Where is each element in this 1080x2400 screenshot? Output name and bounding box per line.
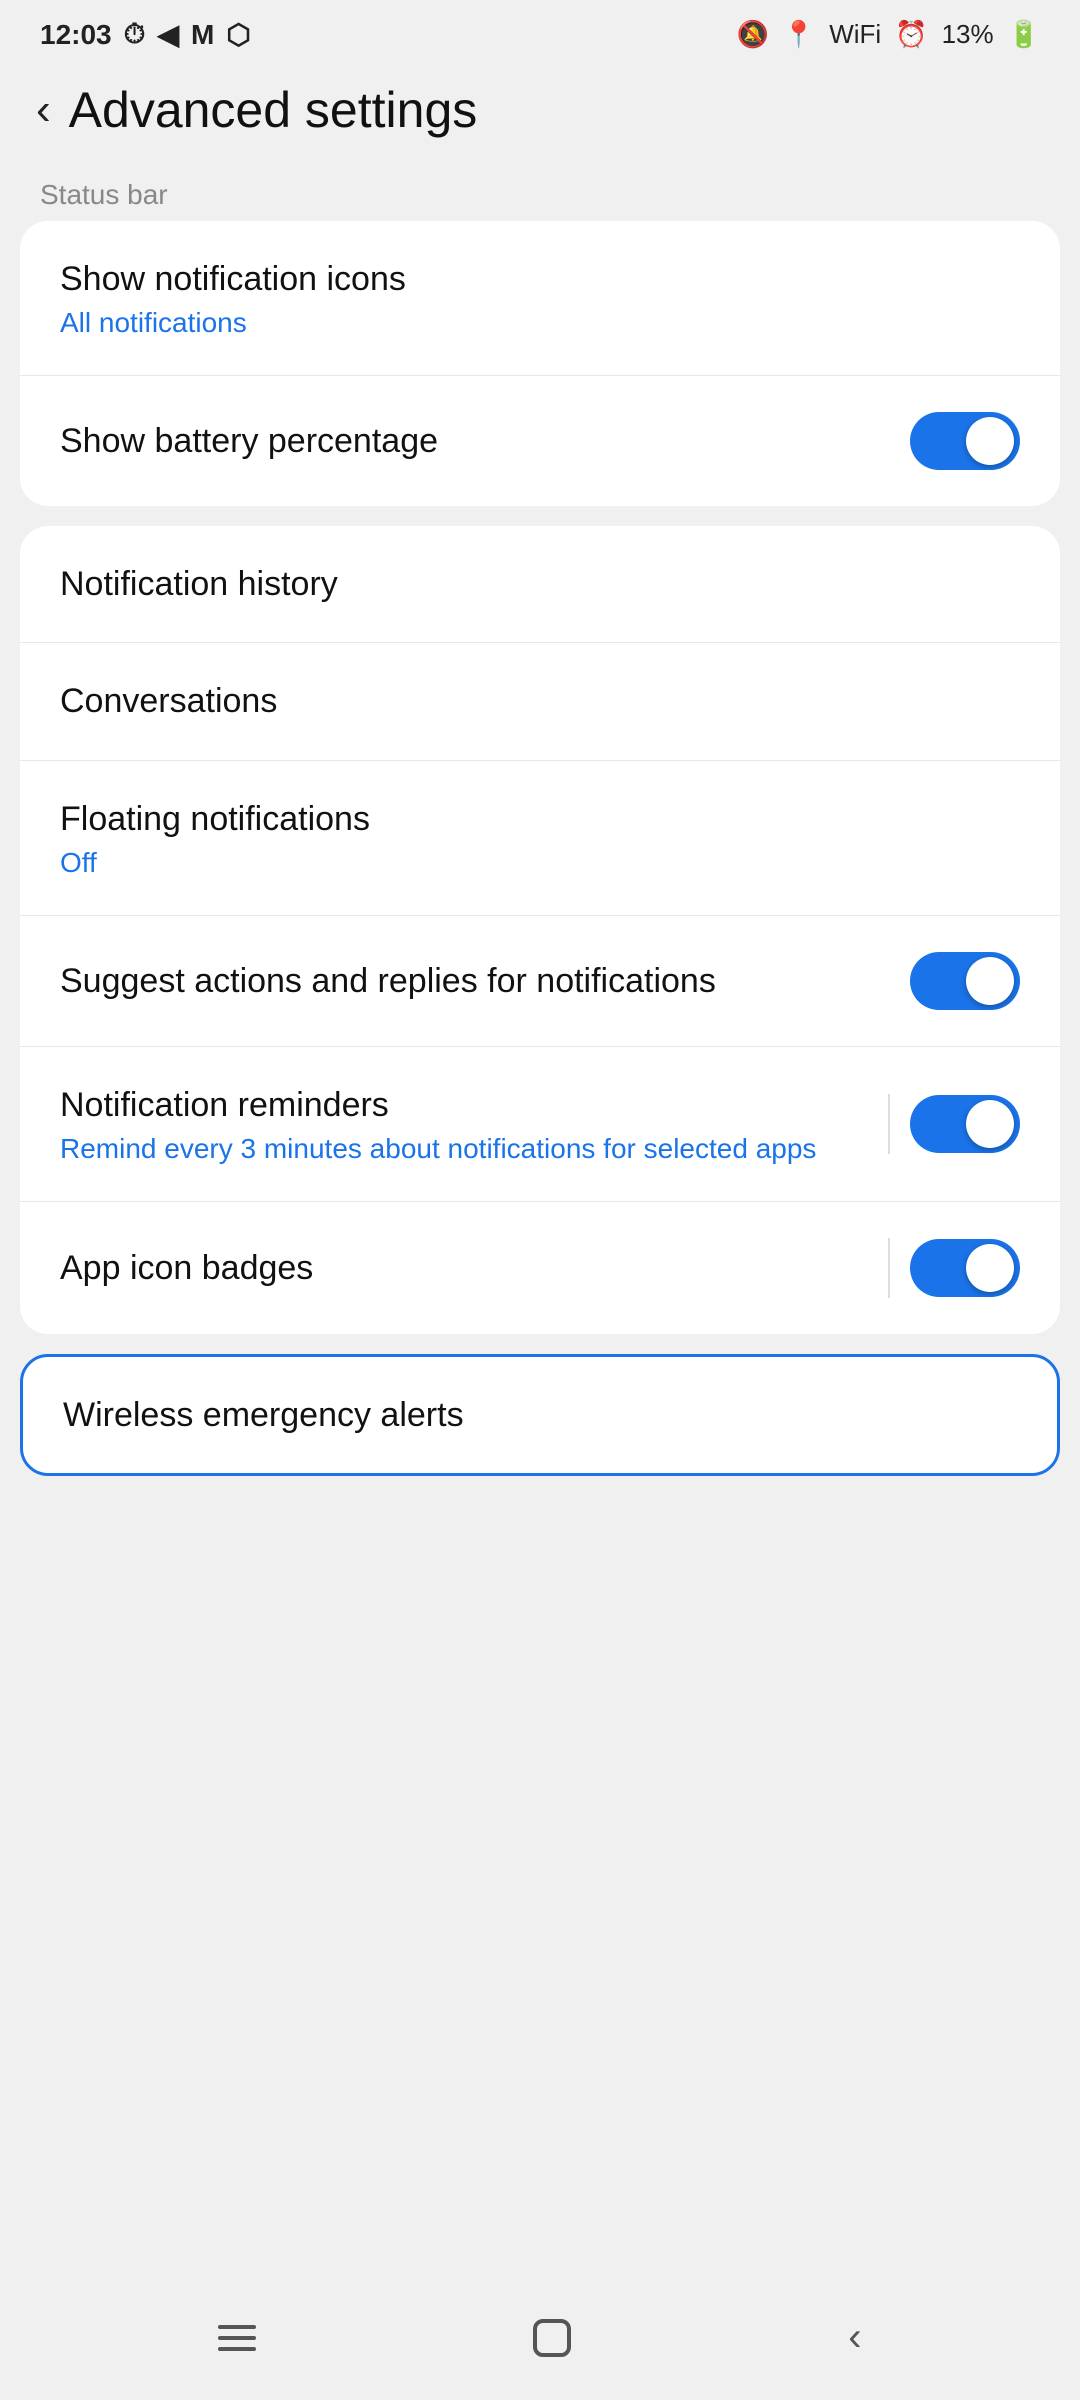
setting-title-suggest-actions: Suggest actions and replies for notifica… [60,959,890,1003]
status-bar-left: 12:03 ⏱ ◀ M ⬡ [40,18,251,51]
setting-wireless-emergency-alerts[interactable]: Wireless emergency alerts [23,1357,1057,1473]
page-header: ‹ Advanced settings [0,61,1080,163]
setting-title-wireless-emergency-alerts: Wireless emergency alerts [63,1393,997,1437]
gmail-icon: M [191,19,214,51]
time-display: 12:03 [40,19,112,51]
setting-suggest-actions[interactable]: Suggest actions and replies for notifica… [20,916,1060,1047]
menu-button[interactable] [218,2325,256,2351]
setting-title-floating-notifications: Floating notifications [60,797,1000,841]
battery-percent: 13% [942,19,994,50]
card-wireless-emergency-alerts[interactable]: Wireless emergency alerts [20,1354,1060,1476]
setting-title-notification-icons: Show notification icons [60,257,1000,301]
security-icon: ⬡ [226,18,250,51]
back-button[interactable]: ‹ [36,88,51,132]
setting-subtitle-notification-icons: All notifications [60,307,1000,339]
setting-title-notification-history: Notification history [60,562,1000,606]
toggle-suggest-actions[interactable] [910,952,1020,1010]
timer-icon: ⏱ [124,18,146,51]
setting-title-app-icon-badges: App icon badges [60,1246,868,1290]
setting-subtitle-floating-notifications: Off [60,847,1000,879]
card-statusbar: Show notification icons All notification… [20,221,1060,506]
setting-notification-reminders[interactable]: Notification reminders Remind every 3 mi… [20,1047,1060,1202]
location-icon: 📍 [783,19,815,50]
status-bar: 12:03 ⏱ ◀ M ⬡ 🔕 📍 WiFi ⏰ 13% 🔋 [0,0,1080,61]
back-nav-button[interactable]: ‹ [848,2315,861,2360]
volume-off-icon: ◀ [157,18,179,51]
toggle-battery-percentage[interactable] [910,412,1020,470]
status-bar-right: 🔕 📍 WiFi ⏰ 13% 🔋 [736,19,1040,50]
toggle-app-icon-badges[interactable] [910,1239,1020,1297]
wifi-icon: WiFi [829,19,881,50]
nav-bar: ‹ [0,2287,1080,2400]
setting-subtitle-notification-reminders: Remind every 3 minutes about notificatio… [60,1133,868,1165]
home-button[interactable] [533,2319,571,2357]
divider-notification-reminders [888,1094,890,1154]
mute-icon: 🔕 [736,19,768,50]
setting-conversations[interactable]: Conversations [20,643,1060,760]
setting-title-notification-reminders: Notification reminders [60,1083,868,1127]
toggle-notification-reminders[interactable] [910,1095,1020,1153]
divider-app-icon-badges [888,1238,890,1298]
card-notifications: Notification history Conversations Float… [20,526,1060,1334]
page-title: Advanced settings [69,81,478,139]
setting-title-conversations: Conversations [60,679,1000,723]
battery-icon: 🔋 [1008,19,1040,50]
setting-show-battery-percentage[interactable]: Show battery percentage [20,376,1060,506]
setting-title-battery-percent: Show battery percentage [60,419,890,463]
setting-floating-notifications[interactable]: Floating notifications Off [20,761,1060,916]
setting-notification-history[interactable]: Notification history [20,526,1060,643]
alarm-icon: ⏰ [895,19,927,50]
setting-app-icon-badges[interactable]: App icon badges [20,1202,1060,1334]
section-label-statusbar: Status bar [0,163,1080,221]
setting-show-notification-icons[interactable]: Show notification icons All notification… [20,221,1060,376]
